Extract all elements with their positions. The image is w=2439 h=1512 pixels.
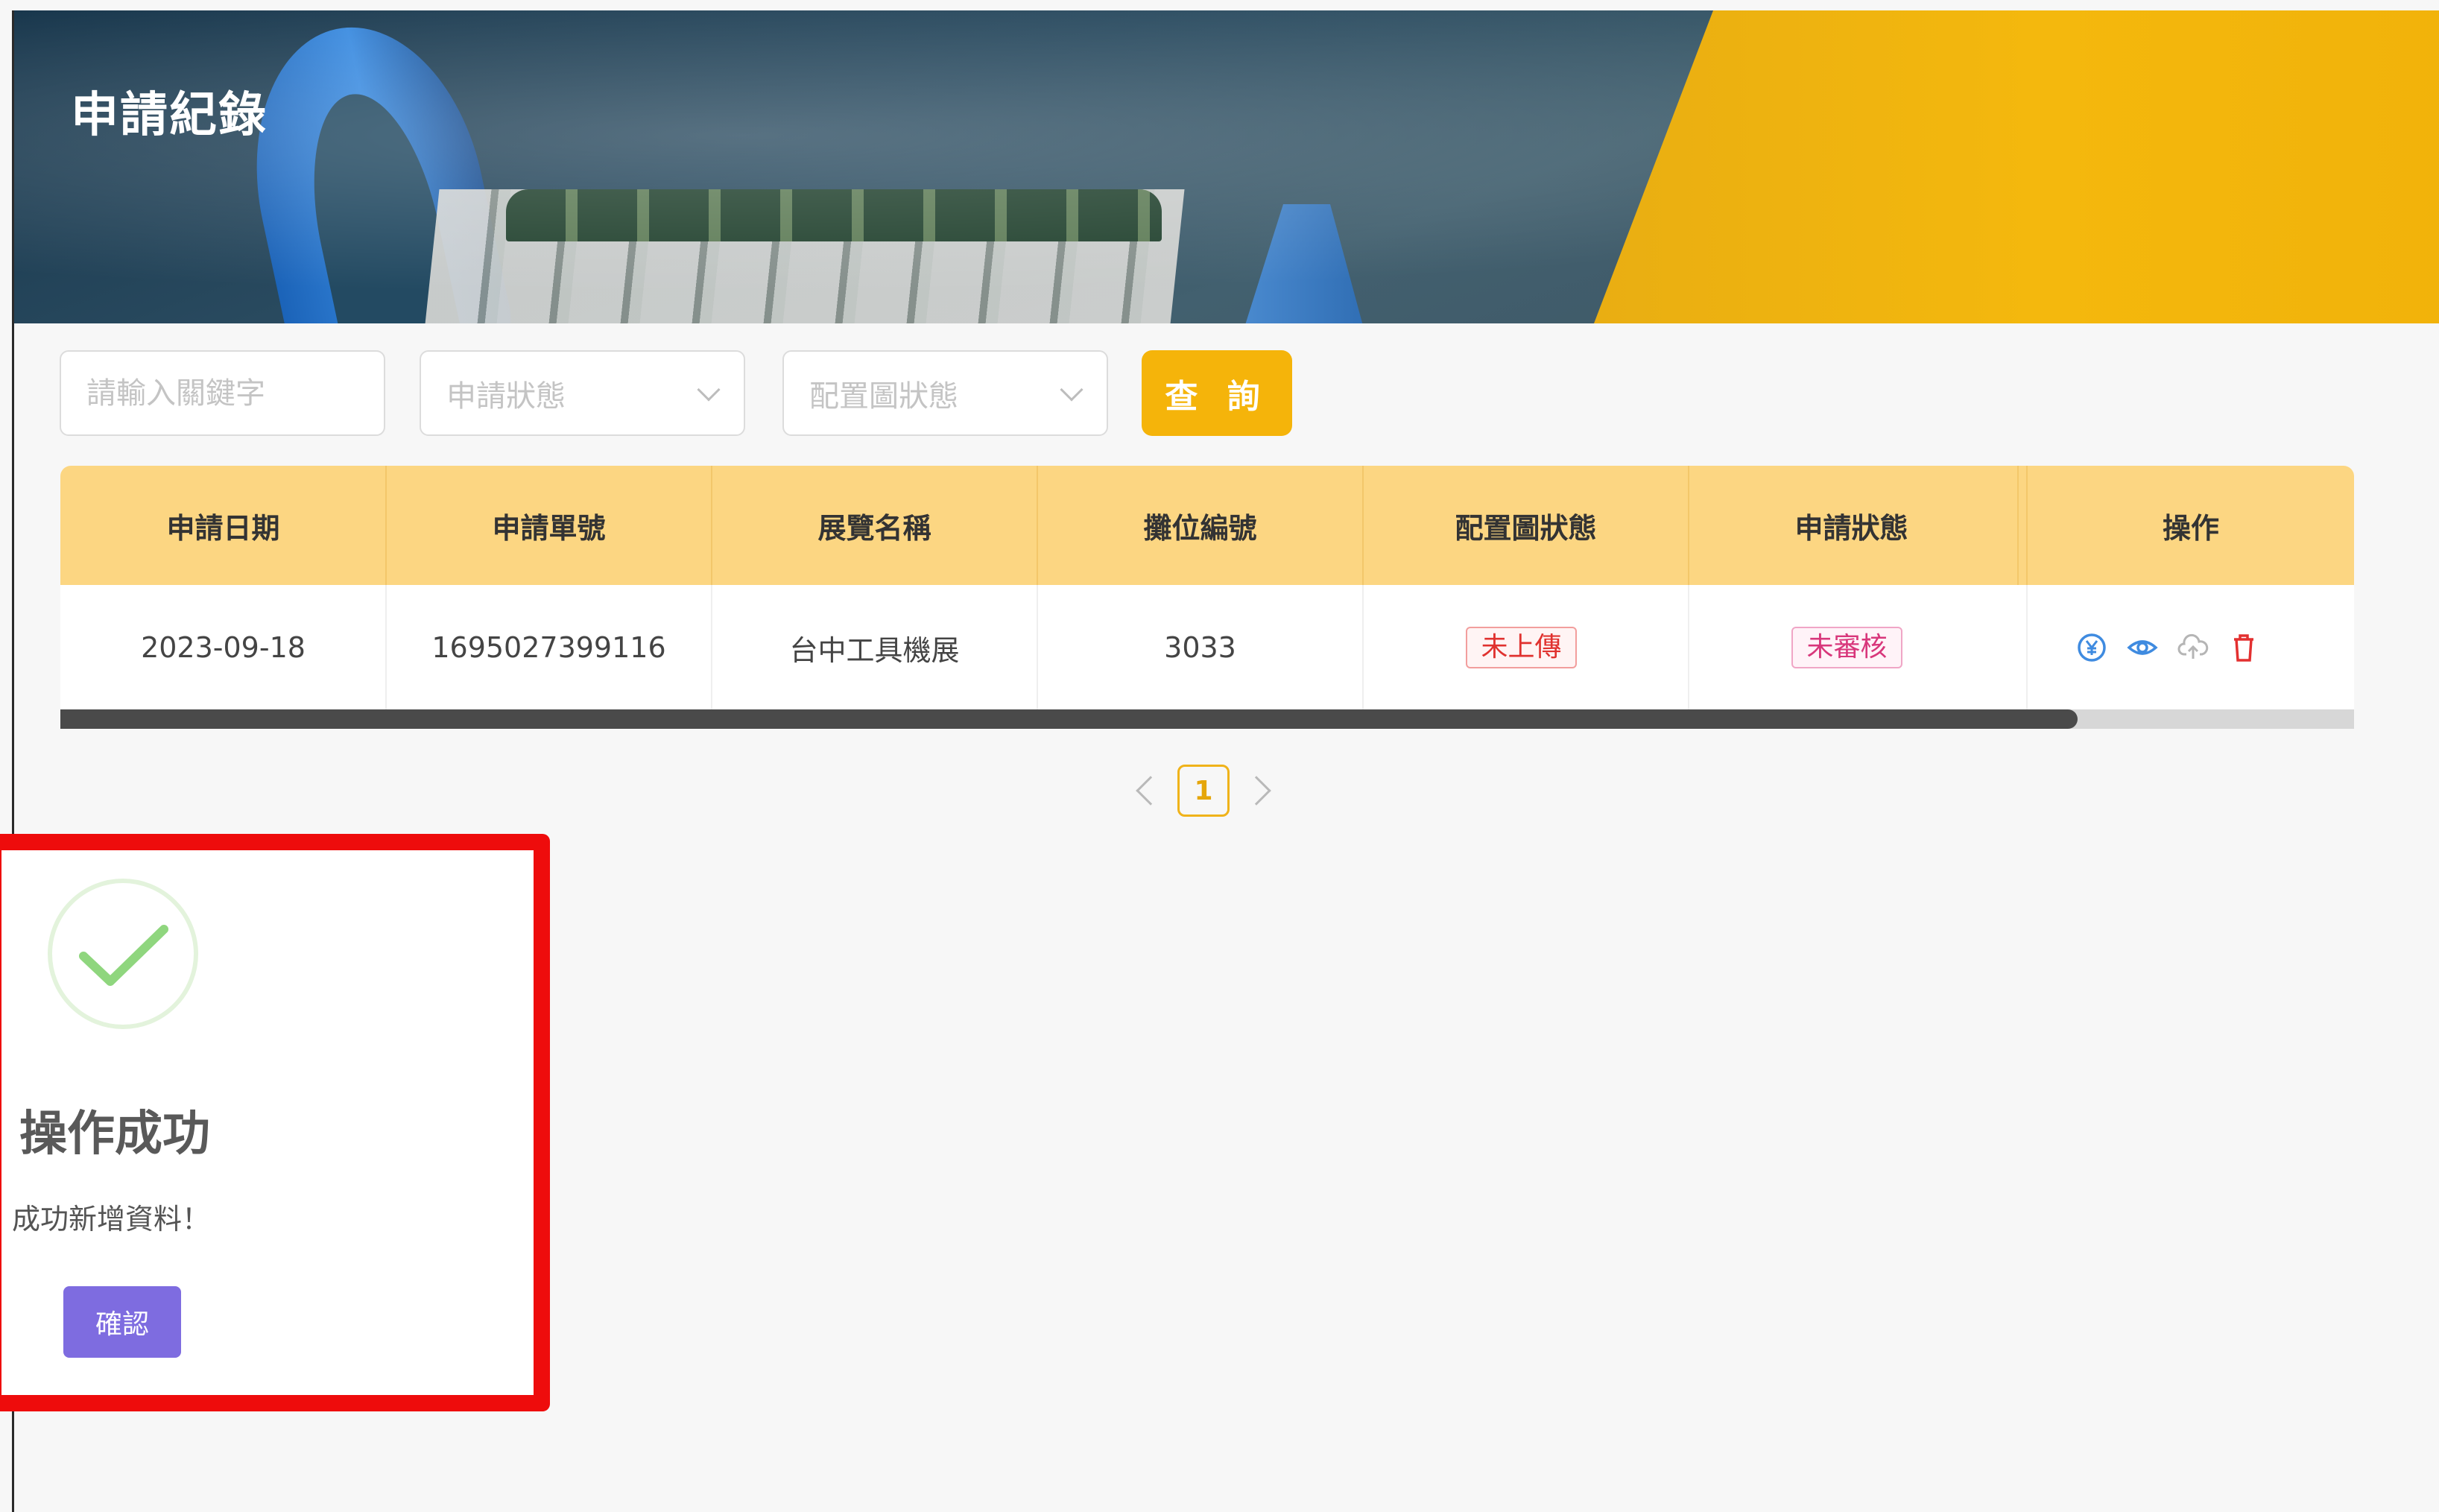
header-banner [14,10,2439,323]
cell-exhibition: 台中工具機展 [789,633,960,667]
column-divider [711,466,712,585]
column-divider [1688,466,1689,585]
column-divider [2017,466,2019,585]
layout-status-placeholder: 配置圖狀態 [809,379,958,414]
column-header-layout-status[interactable]: 配置圖狀態 [1363,466,1689,585]
chevron-left-icon[interactable] [1136,776,1165,806]
column-divider [1037,466,1038,585]
layout-status-select[interactable]: 配置圖狀態 [782,350,1108,436]
column-divider [385,466,387,585]
keyword-input[interactable] [86,376,384,411]
column-header-exhibition[interactable]: 展覽名稱 [712,466,1037,585]
cell-apply-status: 未審核 [1689,585,2005,710]
apply-status-placeholder: 申請狀態 [446,379,566,414]
pagination: 1 [1136,764,1271,817]
cell-order-no: 1695027399116 [431,631,666,664]
column-header-booth[interactable]: 攤位編號 [1037,466,1363,585]
chevron-right-icon[interactable] [1241,776,1271,806]
page-title: 申請紀錄 [71,88,268,143]
cell-actions [2028,585,2307,710]
apply-status-badge: 未審核 [1791,627,1902,668]
apply-status-select[interactable]: 申請狀態 [420,350,745,436]
column-header-apply-status[interactable]: 申請狀態 [1689,466,2014,585]
cell-booth: 3033 [1164,631,1236,664]
success-check-icon [48,879,198,1029]
dialog-message: 成功新增資料！ [12,1203,211,1236]
layout-status-badge: 未上傳 [1466,627,1577,668]
trash-icon[interactable] [2228,632,2259,663]
payment-icon[interactable] [2076,632,2107,663]
cell-date: 2023-09-18 [141,631,306,664]
cloud-upload-icon[interactable] [2177,632,2209,663]
column-divider-fixed [2026,466,2028,585]
eye-icon[interactable] [2126,632,2158,663]
column-header-order-no[interactable]: 申請單號 [386,466,712,585]
page-button-current[interactable]: 1 [1177,765,1230,817]
column-header-date[interactable]: 申請日期 [60,466,386,585]
banner-yellow-panel [1594,10,2439,323]
keyword-search-field[interactable] [60,350,385,436]
search-button[interactable]: 查 詢 [1142,350,1292,436]
horizontal-scrollbar-thumb[interactable] [60,709,2078,729]
chevron-down-icon [697,378,721,402]
records-table: 申請日期 申請單號 展覽名稱 攤位編號 配置圖狀態 申請狀態 操作 2023-0… [60,466,2354,710]
cell-layout-status: 未上傳 [1363,585,1680,710]
confirm-button[interactable]: 確認 [63,1286,181,1358]
column-header-actions: 操作 [2162,511,2219,545]
dialog-title: 操作成功 [19,1107,210,1162]
chevron-down-icon [1060,378,1084,402]
column-divider [1362,466,1364,585]
